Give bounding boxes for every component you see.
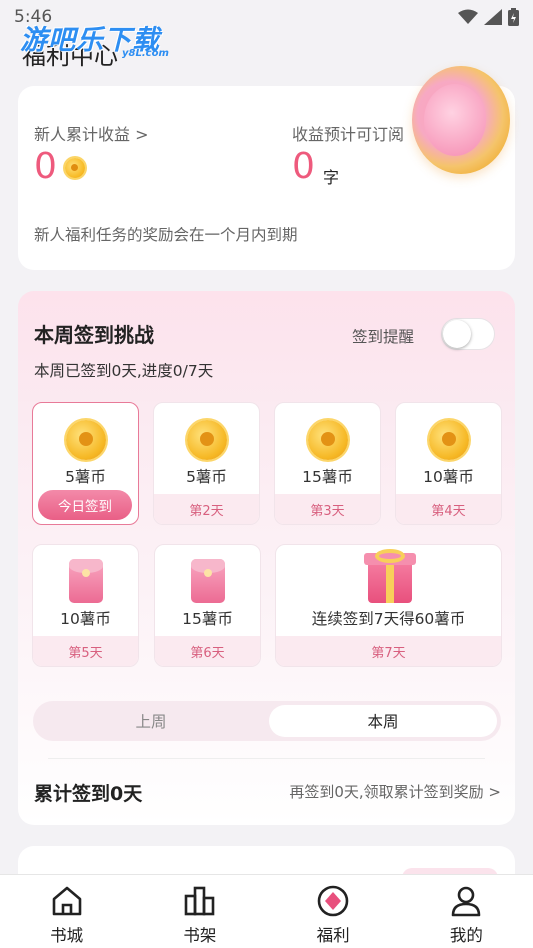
coin-icon [187,420,227,460]
coin-icon [65,158,85,178]
day-card-7: 连续签到7天得60薯币 第7天 [275,544,502,667]
day-amount: 10薯币 [423,468,474,486]
day-label: 第4天 [396,494,501,524]
day-amount: 5薯币 [186,468,227,486]
bookshelf-icon [184,886,215,916]
checkin-title: 本周签到挑战 [34,323,154,347]
new-user-earnings-value: 0 [34,146,57,187]
tab-bookshelf[interactable]: 书架 [133,875,266,948]
red-envelope-icon [191,559,225,603]
cumulative-reward-link[interactable]: 再签到0天,领取累计签到奖励 > [289,781,501,802]
day-label: 第6天 [155,636,260,666]
new-user-earnings-link[interactable]: 新人累计收益 > [34,121,149,145]
tab-label: 福利 [316,926,350,945]
day-card-5: 10薯币 第5天 [32,544,139,667]
gift-box-icon [364,553,416,603]
tab-label: 书架 [183,926,217,945]
day-label: 第5天 [33,636,138,666]
tab-profile[interactable]: 我的 [400,875,533,948]
day-label: 第2天 [154,494,259,524]
coin-icon [429,420,469,460]
checkin-progress: 本周已签到0天,进度0/7天 [34,362,214,380]
day-amount: 连续签到7天得60薯币 [311,610,466,628]
day-card-1[interactable]: 5薯币 今日签到 [32,402,139,525]
checkin-today-button[interactable]: 今日签到 [38,490,132,520]
tab-last-week[interactable]: 上周 [37,705,265,737]
day-amount: 10薯币 [60,610,111,628]
signal-icon [484,9,502,25]
forecast-value: 0 [292,146,315,187]
bottom-tab-bar: 书城 书架 福利 我的 [0,874,533,948]
home-icon [52,886,81,916]
red-envelope-icon [69,559,103,603]
day-amount: 5薯币 [65,468,106,486]
forecast-label: 收益预计可订阅 [292,125,405,144]
profile-icon [452,886,481,917]
wifi-icon [458,9,478,24]
tab-welfare[interactable]: 福利 [267,875,400,948]
coin-icon [66,420,106,460]
tab-this-week[interactable]: 本周 [269,705,497,737]
day-card-2: 5薯币 第2天 [153,402,260,525]
week-switch: 上周 本周 [33,701,501,741]
pink-coin-illustration-icon [412,66,510,174]
day-card-6: 15薯币 第6天 [154,544,261,667]
day-amount: 15薯币 [182,610,233,628]
remind-label: 签到提醒 [352,328,415,346]
forecast-unit: 字 [323,168,340,187]
day-label: 第7天 [276,636,501,666]
watermark-sub: y8L.com [122,48,169,59]
day-card-4: 10薯币 第4天 [395,402,502,525]
expiry-hint: 新人福利任务的奖励会在一个月内到期 [34,226,298,244]
status-icons [458,8,519,26]
checkin-card: 本周签到挑战 签到提醒 本周已签到0天,进度0/7天 5薯币 今日签到 5薯币 … [18,291,515,825]
tab-label: 我的 [449,926,483,945]
coin-icon [308,420,348,460]
day-label: 第3天 [275,494,380,524]
divider [48,758,485,759]
battery-icon [508,8,519,26]
gift-bow-icon [375,549,405,563]
toggle-knob [443,320,471,348]
remind-toggle[interactable] [441,318,495,350]
day-amount: 15薯币 [302,468,353,486]
welfare-icon [317,885,349,917]
tab-bookstore[interactable]: 书城 [0,875,133,948]
tab-label: 书城 [50,926,84,945]
total-checkin-label: 累计签到0天 [34,783,143,805]
day-card-3: 15薯币 第3天 [274,402,381,525]
